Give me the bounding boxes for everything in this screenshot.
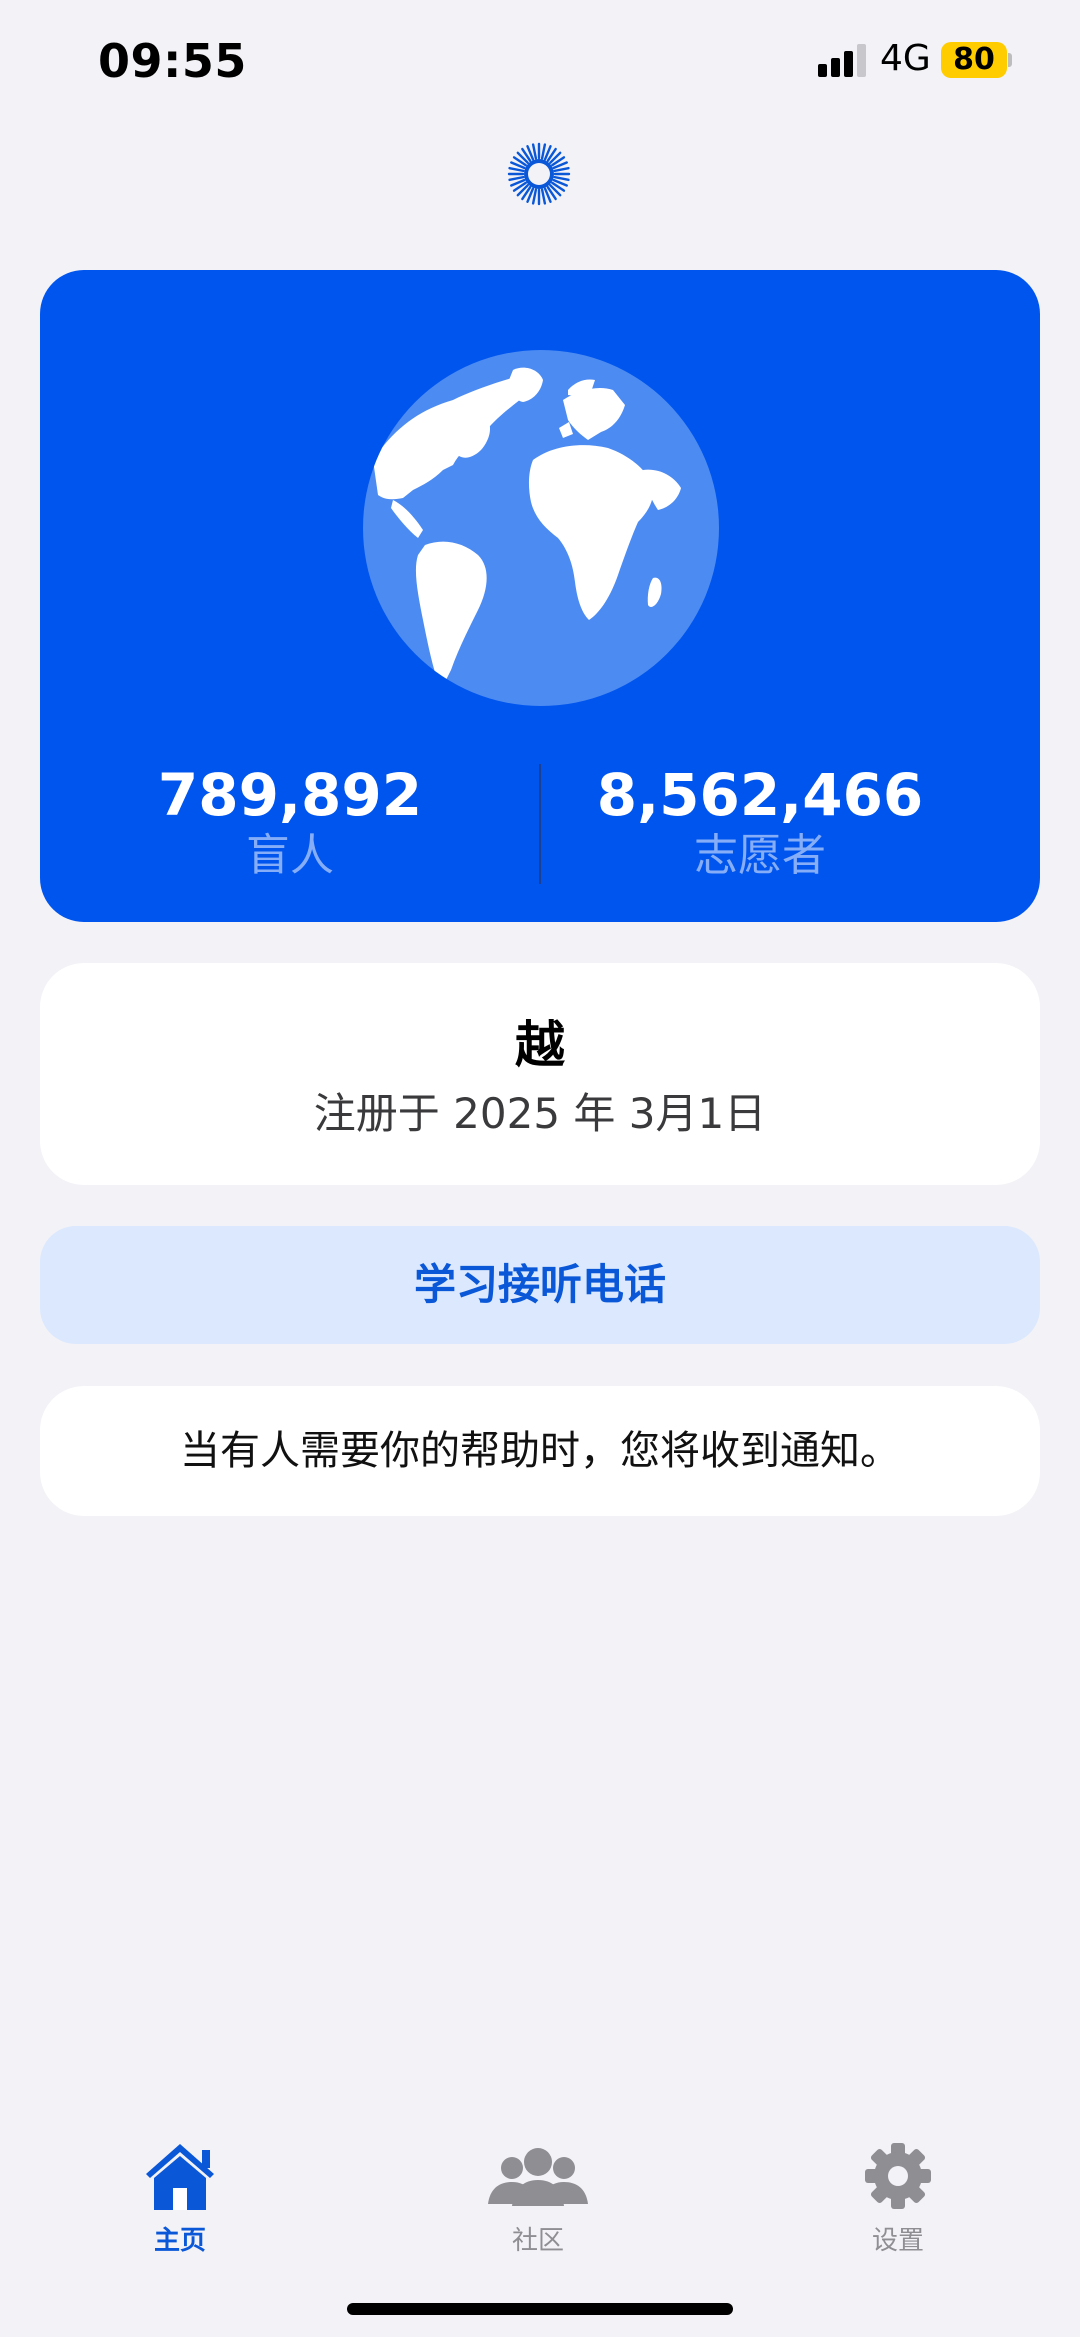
community-icon bbox=[488, 2148, 588, 2206]
stats-card: 789,892 盲人 8,562,466 志愿者 bbox=[40, 270, 1040, 922]
learn-to-answer-calls-button[interactable]: 学习接听电话 bbox=[40, 1226, 1040, 1344]
gear-icon bbox=[865, 2143, 931, 2209]
app-logo-icon bbox=[507, 142, 571, 206]
stat-blind: 789,892 盲人 bbox=[40, 760, 540, 882]
tab-community[interactable]: 社区 bbox=[448, 2140, 628, 2257]
tab-settings-label: 设置 bbox=[871, 2226, 924, 2256]
user-name: 越 bbox=[515, 1016, 565, 1074]
battery-indicator: 80 bbox=[941, 42, 1007, 78]
home-indicator bbox=[347, 2303, 733, 2315]
volunteer-count: 8,562,466 bbox=[596, 761, 924, 829]
battery-nub bbox=[1008, 53, 1012, 67]
notification-info: 当有人需要你的帮助时，您将收到通知。 bbox=[40, 1386, 1040, 1516]
tab-community-label: 社区 bbox=[511, 2226, 564, 2256]
blind-count: 789,892 bbox=[157, 761, 423, 829]
stat-volunteers: 8,562,466 志愿者 bbox=[540, 760, 980, 882]
network-type: 4G bbox=[880, 38, 931, 79]
blind-label: 盲人 bbox=[246, 830, 334, 881]
home-icon bbox=[146, 2144, 214, 2210]
signal-icon bbox=[818, 44, 866, 77]
tab-home[interactable]: 主页 bbox=[90, 2140, 270, 2257]
user-card: 越 注册于 2025 年 3月1日 bbox=[40, 963, 1040, 1185]
tab-settings[interactable]: 设置 bbox=[808, 2140, 988, 2257]
volunteer-label: 志愿者 bbox=[694, 830, 826, 881]
registration-date: 注册于 2025 年 3月1日 bbox=[313, 1089, 767, 1138]
status-bar: 09:55 4G 80 bbox=[0, 0, 1080, 120]
status-time: 09:55 bbox=[98, 34, 247, 88]
globe-icon bbox=[363, 350, 719, 706]
tab-home-label: 主页 bbox=[153, 2226, 206, 2256]
